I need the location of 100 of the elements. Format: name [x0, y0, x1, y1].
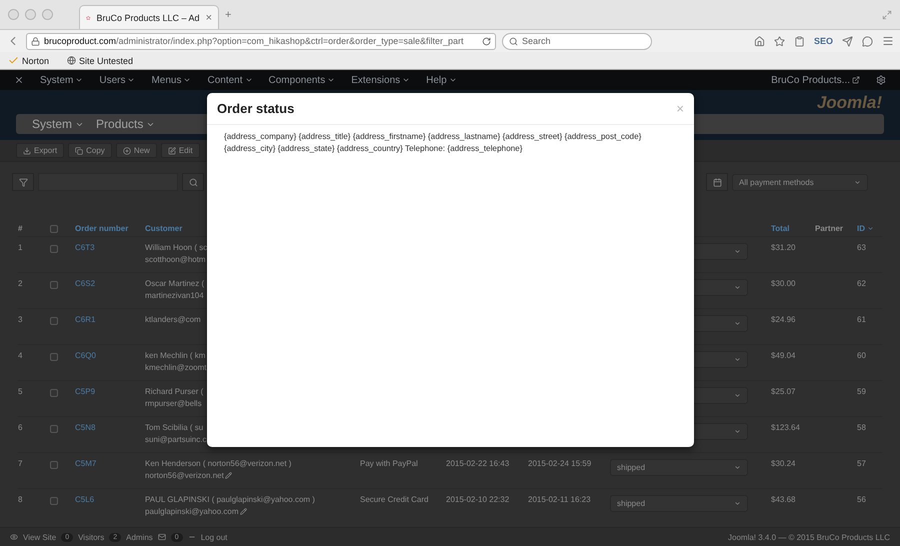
address-bar[interactable]: brucoproduct.com/administrator/index.php?option=com_hikashop&ctrl=order&order_type=sale&filter_part	[26, 32, 496, 50]
order-number-link[interactable]: C5M7	[75, 459, 145, 468]
caret-icon	[854, 178, 861, 186]
order-total: $30.24	[771, 459, 796, 468]
filter-button[interactable]	[12, 173, 34, 191]
toolbar-button[interactable]: New	[116, 143, 157, 158]
order-number-link[interactable]: C6Q0	[75, 351, 145, 360]
edit-icon	[168, 146, 176, 154]
search-icon	[188, 178, 198, 186]
caret-icon	[734, 500, 741, 507]
bookmark-item[interactable]: Norton	[8, 55, 50, 66]
address-template-text: {address_company} {address_title} {address_firstname} {address_lastname} {address_street} {address_post_code} {address_city} {address_state} {address_country} Telephone: {address_telephone}	[223, 131, 642, 155]
fullscreen-icon[interactable]	[882, 10, 892, 20]
row-checkbox[interactable]	[50, 281, 58, 289]
customer-email: paulglapinski@yahoo.com	[145, 507, 360, 516]
bookmark-item[interactable]: Site Untested	[67, 56, 134, 66]
customer-name: ken Mechlin ( km	[145, 351, 206, 360]
customer-name: PAUL GLAPINSKI ( paulglapinski@yahoo.com )	[145, 495, 316, 504]
chat-icon[interactable]	[862, 36, 873, 46]
new-tab-button[interactable]: +	[225, 8, 232, 20]
status-select[interactable]: shipped	[610, 495, 748, 512]
row-number: 8	[18, 495, 24, 504]
sort-icon	[867, 224, 874, 232]
row-number: 7	[18, 459, 24, 468]
order-number-link[interactable]: C5N8	[75, 423, 145, 432]
admin-menu-item[interactable]: Components	[268, 74, 336, 86]
row-checkbox[interactable]	[50, 317, 58, 325]
row-checkbox[interactable]	[50, 425, 58, 433]
status-select[interactable]: shipped	[610, 459, 748, 476]
zoom-window-button[interactable]	[42, 9, 53, 20]
search-field[interactable]: Search	[502, 32, 652, 50]
admin-menu-item[interactable]: System	[40, 74, 84, 86]
external-link-icon	[852, 76, 860, 84]
toolbar-button[interactable]: Export	[16, 143, 64, 158]
order-id: 56	[857, 495, 867, 504]
menu-icon[interactable]	[882, 35, 894, 47]
row-checkbox[interactable]	[50, 497, 58, 505]
caret-icon	[734, 428, 741, 435]
customer-email: rmpurser@bells	[145, 399, 203, 408]
customer-email: scotthoon@hotm	[145, 255, 207, 264]
home-icon[interactable]	[754, 36, 765, 46]
minimize-window-button[interactable]	[25, 9, 36, 20]
browser-tab[interactable]: BruCo Products LLC – Ad ×	[79, 5, 219, 29]
customer-name: Richard Purser (	[145, 387, 204, 396]
row-checkbox[interactable]	[50, 461, 58, 469]
order-total: $43.68	[771, 495, 796, 504]
admin-menu-item[interactable]: Menus	[151, 74, 192, 86]
order-id: 62	[857, 279, 867, 288]
component-menu-item[interactable]: System	[32, 117, 84, 131]
tab-close-button[interactable]: ×	[206, 12, 212, 24]
close-window-button[interactable]	[8, 9, 19, 20]
site-link[interactable]: BruCo Products...	[771, 74, 860, 86]
send-icon[interactable]	[842, 36, 853, 46]
edit-pencil-icon[interactable]	[224, 472, 232, 479]
admin-menu-item[interactable]: Help	[426, 74, 457, 86]
customer-name: Ken Henderson ( norton56@verizon.net )	[145, 459, 292, 468]
customer-email: norton56@verizon.net	[145, 471, 360, 480]
column-header[interactable]: Total	[771, 224, 815, 232]
order-total: $49.04	[771, 351, 796, 360]
bookmark-star-icon[interactable]	[774, 36, 785, 46]
admin-menu-item[interactable]: Extensions	[351, 74, 410, 86]
order-number-link[interactable]: C6S2	[75, 279, 145, 288]
row-number: 4	[18, 351, 24, 360]
created-date: 2015-02-10 22:32	[446, 495, 510, 504]
order-id: 63	[857, 243, 867, 252]
url-path: /administrator/index.php?option=com_hikashop&ctrl=order&order_type=sale&filter_part	[116, 36, 464, 46]
seo-toolbar-button[interactable]: SEO	[814, 36, 833, 46]
component-menu-item[interactable]: Products	[96, 117, 156, 131]
search-button[interactable]	[182, 173, 204, 191]
caret-icon	[734, 248, 741, 255]
row-checkbox[interactable]	[50, 389, 58, 397]
order-total: $30.00	[771, 279, 796, 288]
settings-icon[interactable]	[876, 75, 886, 85]
toolbar-button[interactable]: Edit	[160, 143, 200, 158]
close-button[interactable]: ×	[676, 101, 684, 116]
admin-menu-item[interactable]: Users	[99, 74, 136, 86]
toolbar-button[interactable]: Copy	[68, 143, 112, 158]
checkmark-icon	[8, 55, 19, 66]
modified-date: 2015-02-24 15:59	[528, 459, 592, 468]
column-header[interactable]: Order number	[75, 224, 145, 232]
view-site-link[interactable]: View Site	[23, 532, 56, 542]
row-checkbox[interactable]	[50, 245, 58, 253]
order-number-link[interactable]: C5L6	[75, 495, 145, 504]
row-number: 1	[18, 243, 24, 252]
payment-method-select[interactable]: All payment methods	[732, 174, 868, 190]
clipboard-icon[interactable]	[794, 36, 805, 46]
column-header[interactable]: ID	[857, 224, 882, 232]
edit-pencil-icon[interactable]	[240, 508, 247, 515]
row-checkbox[interactable]	[50, 353, 58, 361]
eye-icon	[10, 533, 18, 541]
calendar-button[interactable]	[706, 173, 728, 191]
logout-link[interactable]: Log out	[200, 532, 228, 542]
order-number-link[interactable]: C6R1	[75, 315, 145, 324]
reload-icon[interactable]	[482, 36, 491, 46]
order-id: 59	[857, 387, 867, 396]
select-all-checkbox[interactable]	[50, 225, 58, 233]
order-number-link[interactable]: C5P9	[75, 387, 145, 396]
order-number-link[interactable]: C6T3	[75, 243, 145, 252]
mail-icon	[158, 533, 166, 541]
admin-menu-item[interactable]: Content	[207, 74, 253, 86]
